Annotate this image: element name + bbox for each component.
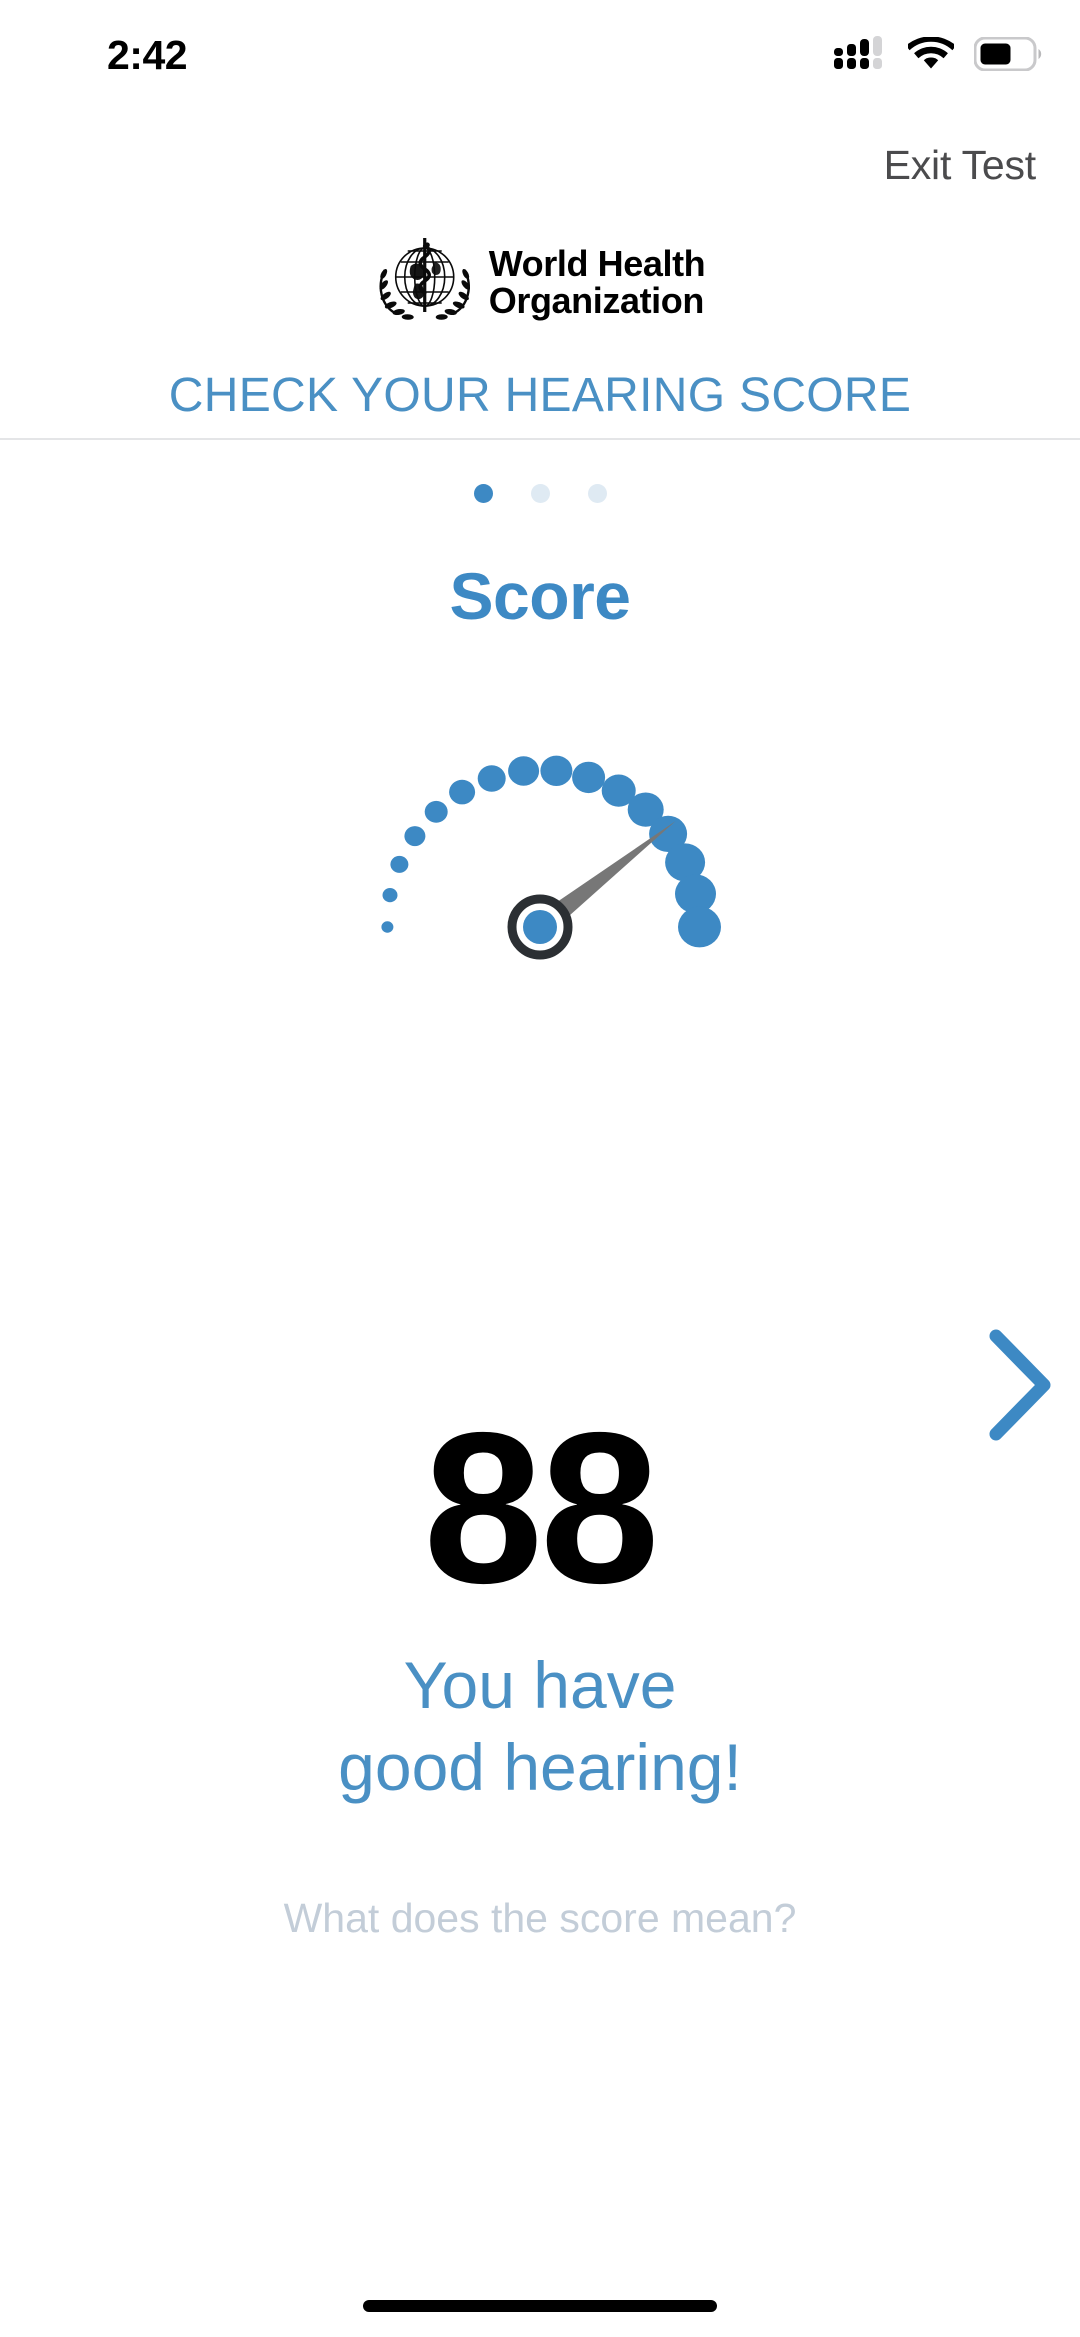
gauge-marker [424, 800, 448, 823]
gauge-marker [477, 765, 506, 792]
who-emblem-icon [379, 238, 470, 320]
who-logo-line2: Organization [488, 280, 705, 321]
page-dot-3[interactable] [587, 484, 607, 503]
gauge-marker [540, 755, 573, 786]
status-bar-indicators [834, 36, 1044, 72]
wifi-icon [908, 37, 954, 69]
page-dot-1[interactable] [473, 484, 493, 503]
status-bar-clock: 2:42 [107, 32, 188, 78]
who-logo-line1: World Health [488, 242, 706, 284]
header-divider [0, 438, 1080, 440]
result-message-line2: good hearing! [338, 1730, 742, 1804]
gauge-marker [572, 761, 606, 794]
result-message: You have good hearing! [0, 1652, 1080, 1800]
page-title: CHECK YOUR HEARING SCORE [168, 369, 912, 422]
status-bar: 2:42 [0, 0, 1080, 110]
cellular-signal-icon [834, 36, 882, 69]
gauge-marker [404, 826, 426, 847]
gauge-svg [381, 755, 721, 960]
gauge-marker [508, 756, 540, 786]
gauge-marker [390, 855, 409, 873]
exit-test-button[interactable]: Exit Test [884, 142, 1037, 189]
page-indicator[interactable] [0, 484, 1080, 503]
gauge-marker [449, 779, 476, 805]
battery-icon [974, 37, 1042, 71]
gauge-hub [507, 894, 573, 960]
score-gauge [0, 620, 1080, 960]
home-indicator[interactable] [363, 2300, 717, 2312]
gauge-marker [382, 888, 398, 903]
gauge-marker [381, 921, 394, 933]
score-meaning-link[interactable]: What does the score mean? [0, 1895, 1080, 1942]
page-dot-2[interactable] [530, 484, 550, 503]
result-message-line1: You have [403, 1648, 677, 1722]
gauge-marker [678, 906, 721, 948]
app-root: 2:42 Exit Test World Health Organization… [0, 0, 1080, 2337]
who-logo: World Health Organization [375, 232, 706, 332]
who-logo-text: World Health Organization [488, 242, 706, 321]
score-value: 88 [423, 1387, 659, 1628]
